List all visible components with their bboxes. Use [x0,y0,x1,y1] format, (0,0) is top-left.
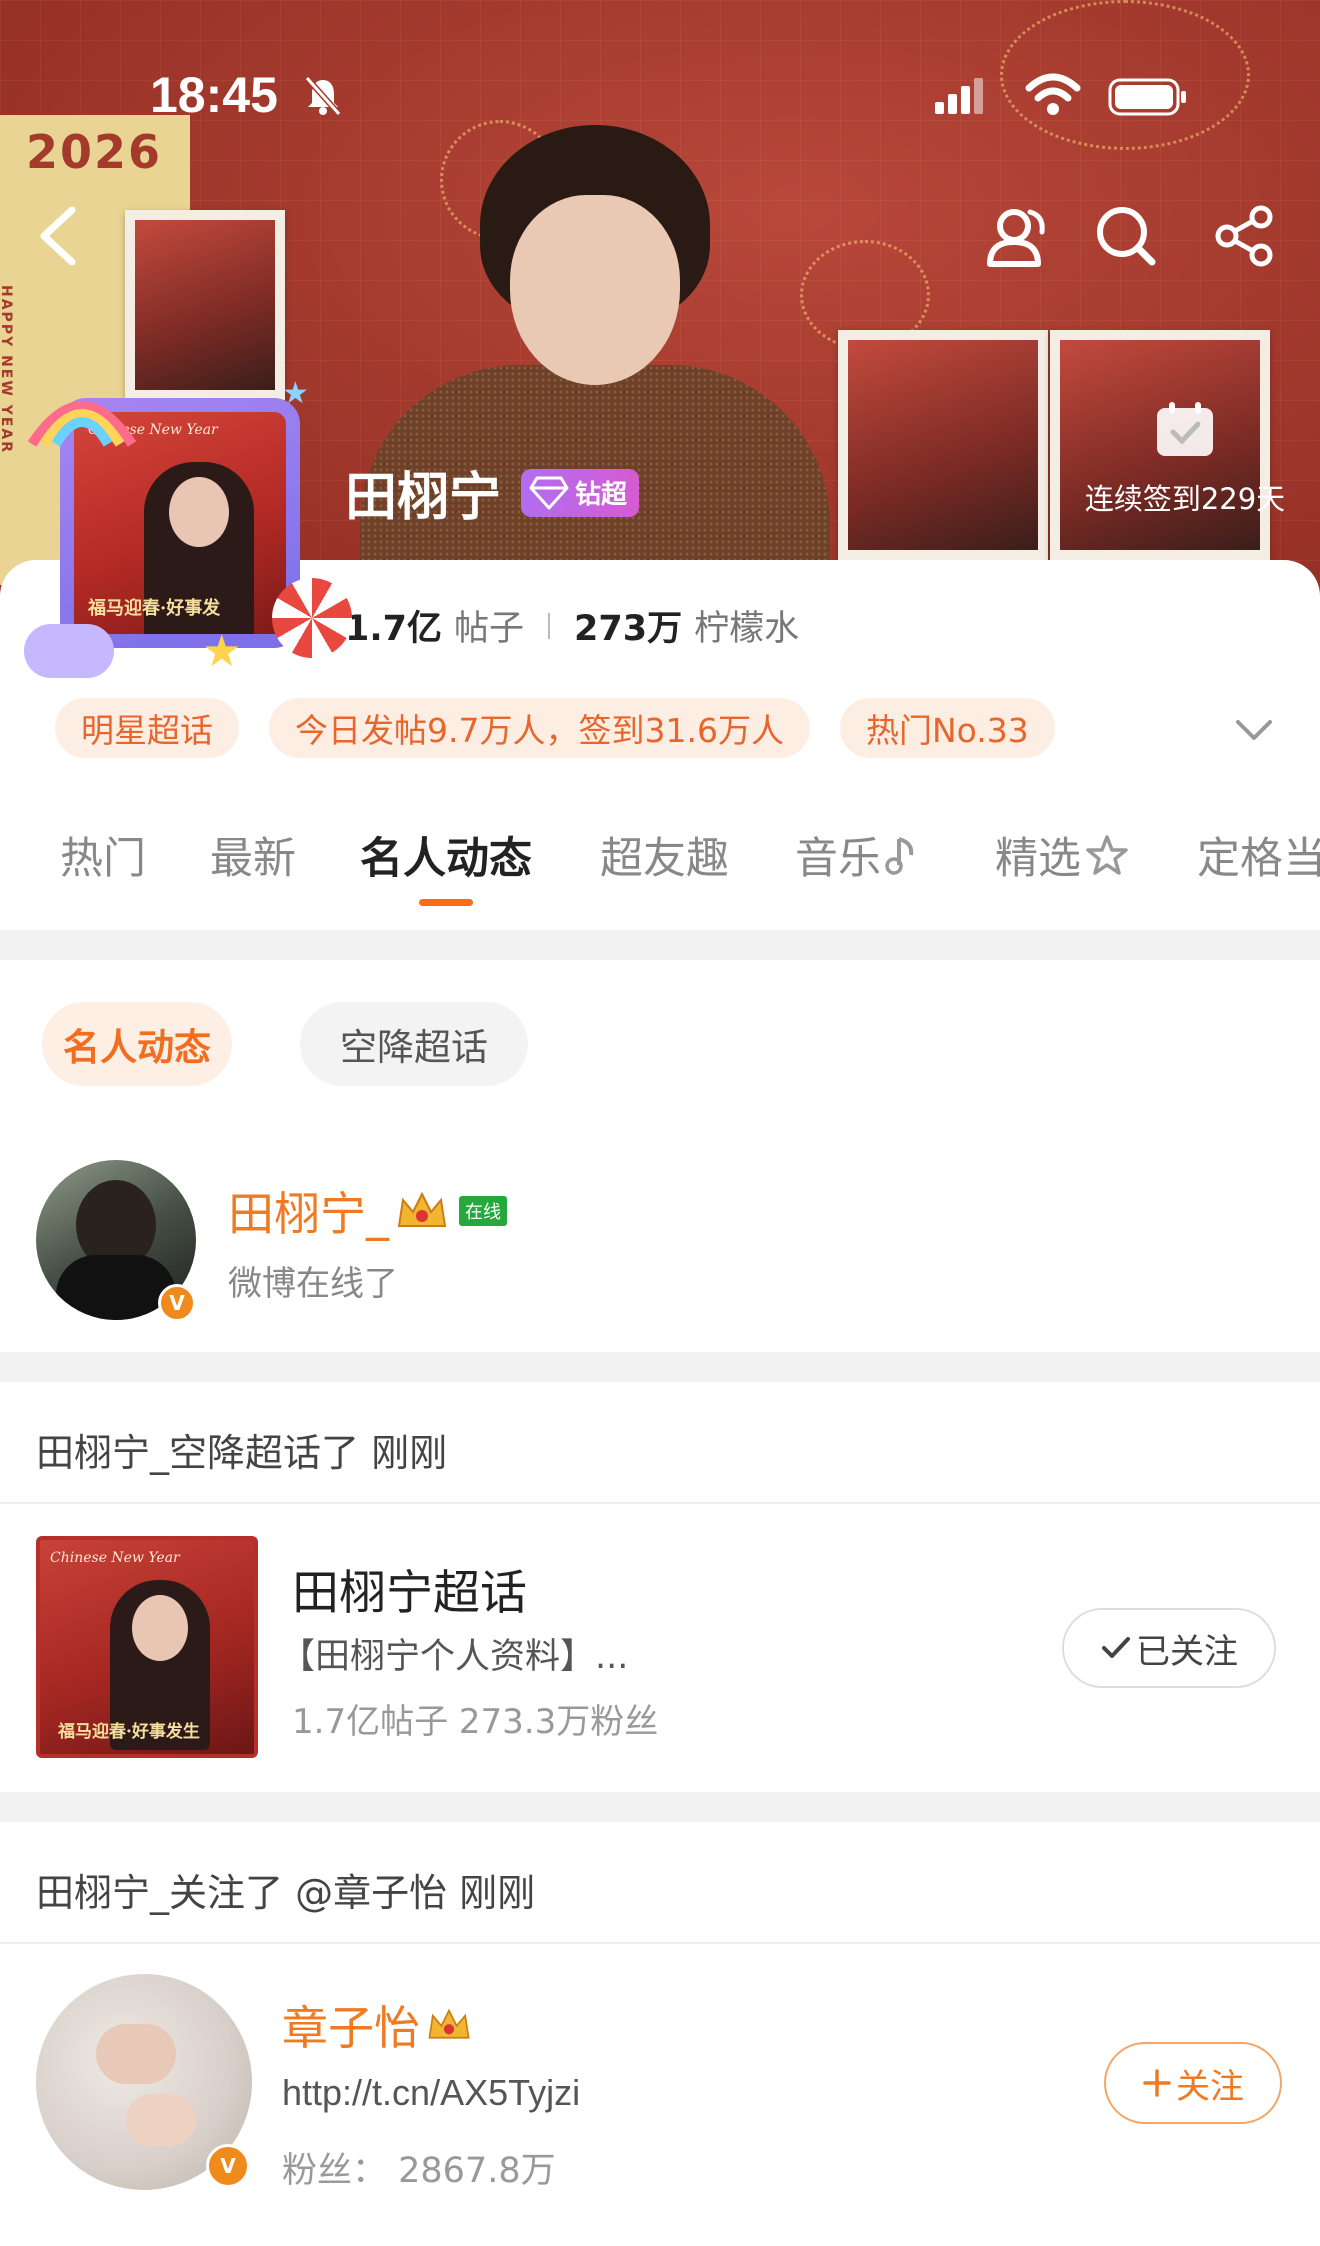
subtab-celebrity-activity[interactable]: 名人动态 [42,1002,232,1086]
battery-icon [1108,78,1186,116]
star-decoration: ★ [202,626,242,677]
activity-card: 田栩宁_关注了 @章子怡 刚刚 V 章子怡 http://t.cn/AX5Tyj… [0,1822,1320,2246]
tag-category[interactable]: 明星超话 [55,698,239,758]
chevron-left-icon [40,206,76,266]
topic-image[interactable]: Chinese New Year 福马迎春·好事发生 [36,1536,258,1758]
checkin-text: 连续签到229天 [1084,482,1286,516]
mute-bell-icon [305,76,341,116]
tab-celebrity-activity[interactable]: 名人动态 [360,822,532,906]
divider [0,1942,1320,1944]
tab-bar: 热门 最新 名人动态 超友趣 音乐 精选 定格当 [0,822,1320,912]
followed-button[interactable]: 已关注 [1062,1608,1276,1688]
tab-latest[interactable]: 最新 [210,822,296,888]
online-user-row[interactable]: V 田栩宁_ 在线 微博在线了 [36,1160,1286,1330]
tag-hot-rank[interactable]: 热门No.33 [839,698,1055,758]
topic-meta: 1.7亿帖子 273.3万粉丝 [292,1702,659,1742]
tab-moments[interactable]: 定格当 [1197,822,1320,888]
checkin-button[interactable]: 连续签到229天 [1065,400,1305,550]
fans-group-button[interactable] [982,200,1054,272]
supertopic-name-row: 田栩宁 钻超 [345,455,640,530]
posts-label: 帖子 [454,609,525,649]
stats-divider [548,612,551,639]
banner-photo [125,210,285,400]
topic-description: 【田栩宁个人资料】... [280,1637,629,1677]
tab-music[interactable]: 音乐 [795,822,919,888]
tag-row: 明星超话 今日发帖9.7万人，签到31.6万人 热门No.33 [55,698,1085,758]
check-icon [1102,1637,1130,1658]
banner-photo [838,330,1048,560]
star-icon [1086,835,1128,875]
chevron-down-icon[interactable] [1232,708,1276,752]
diamond-badge-label: 钻超 [575,480,628,510]
music-note-icon [885,837,914,875]
online-user-name[interactable]: 田栩宁_ [228,1178,389,1244]
lemon-count: 273万 [574,609,683,649]
cloud-decoration [24,624,114,678]
crown-icon [428,2008,470,2039]
user-fans-count: 粉丝： 2867.8万 [282,2151,556,2191]
star-decoration: ★ [282,376,309,411]
parachute-decoration [272,578,352,658]
tab-hot[interactable]: 热门 [60,822,146,888]
activity-card: 田栩宁_空降超话了 刚刚 Chinese New Year 福马迎春·好事发生 … [0,1382,1320,1792]
search-button[interactable] [1090,200,1162,272]
follow-button[interactable]: 关注 [1104,2042,1282,2124]
lemon-label: 柠檬水 [694,609,800,649]
diamond-level-badge[interactable]: 钻超 [521,468,640,517]
follow-button-label: 关注 [1176,2066,1244,2107]
share-button[interactable] [1208,200,1280,272]
verified-v-icon: V [206,2144,250,2188]
diamond-icon [529,476,569,509]
status-time: 18:45 [150,67,278,123]
status-bar: 18:45 [0,0,1320,150]
crown-icon [397,1191,447,1227]
followed-user-name[interactable]: 章子怡 [282,1992,420,2058]
plus-icon [1143,2069,1171,2097]
back-button[interactable] [22,200,94,272]
rainbow-icon [27,401,137,447]
search-icon [1097,207,1156,266]
online-status-text: 微博在线了 [228,1264,398,1304]
supertopic-avatar[interactable]: Chinese New Year 福马迎春·好事发 ★ ★ [22,376,352,698]
activity-header: 田栩宁_关注了 @章子怡 刚刚 [36,1871,536,1915]
supertopic-name: 田栩宁 [345,468,502,528]
cellular-signal-icon [935,78,983,114]
share-icon [1215,205,1273,267]
tab-featured[interactable]: 精选 [995,822,1129,888]
subtab-airdrop[interactable]: 空降超话 [300,1002,528,1086]
topic-image-caption-top: Chinese New Year [50,1550,180,1566]
avatar-caption-bottom: 福马迎春·好事发 [88,598,221,619]
banner-side-text: HAPPY NEW YEAR [0,285,14,454]
supertopic-stats: 1.7亿 帖子 273万 柠檬水 [345,600,799,651]
celebrity-section: 名人动态 空降超话 V 田栩宁_ 在线 微博在线了 [0,960,1320,1352]
followed-button-label: 已关注 [1136,1631,1238,1672]
tag-daily-activity[interactable]: 今日发帖9.7万人，签到31.6万人 [269,698,810,758]
people-icon [987,209,1045,267]
activity-header: 田栩宁_空降超话了 刚刚 [36,1431,448,1475]
wifi-icon [1025,73,1081,115]
user-link[interactable]: http://t.cn/AX5Tyjzi [282,2072,580,2114]
divider [0,1502,1320,1504]
topic-image-caption-bottom: 福马迎春·好事发生 [58,1722,200,1742]
online-status-badge: 在线 [459,1196,507,1226]
verified-v-icon: V [158,1284,196,1322]
calendar-check-icon [1157,402,1213,456]
topic-title[interactable]: 田栩宁超话 [292,1554,527,1623]
active-tab-indicator [419,899,473,906]
tab-fun[interactable]: 超友趣 [600,822,729,888]
posts-count: 1.7亿 [345,609,443,649]
